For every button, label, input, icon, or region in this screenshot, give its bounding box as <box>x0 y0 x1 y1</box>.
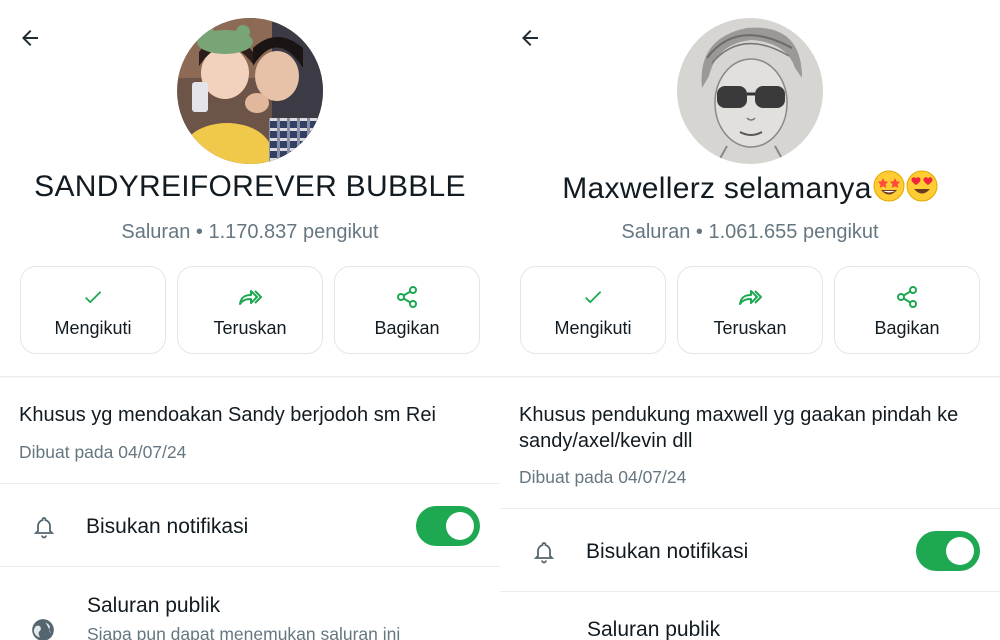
divider <box>0 566 500 567</box>
forward-button-label: Teruskan <box>213 317 287 338</box>
mute-notifications-label: Bisukan notifikasi <box>586 540 749 563</box>
action-buttons: Mengikuti Teruskan Bagikan <box>20 266 480 354</box>
following-button-label: Mengikuti <box>554 317 632 338</box>
mute-notifications-row[interactable]: Bisukan notifikasi <box>0 492 500 562</box>
divider <box>0 376 500 377</box>
created-date: Dibuat pada 04/07/24 <box>19 442 187 462</box>
bell-icon <box>0 515 86 539</box>
forward-button[interactable]: Teruskan <box>177 266 323 354</box>
share-button-label: Bagikan <box>874 317 940 338</box>
created-date: Dibuat pada 04/07/24 <box>519 467 687 487</box>
share-button[interactable]: Bagikan <box>834 266 980 354</box>
following-button[interactable]: Mengikuti <box>520 266 666 354</box>
channel-follower-count: Saluran • 1.061.655 pengikut <box>621 221 879 243</box>
forward-button[interactable]: Teruskan <box>677 266 823 354</box>
forward-button-label: Teruskan <box>713 317 787 338</box>
check-icon <box>80 284 106 310</box>
channel-avatar[interactable] <box>177 18 323 164</box>
share-button[interactable]: Bagikan <box>334 266 480 354</box>
star-struck-emoji-icon <box>873 170 905 202</box>
share-icon <box>394 284 420 310</box>
mute-notifications-toggle[interactable] <box>916 531 980 571</box>
bell-icon <box>500 540 586 564</box>
divider <box>0 483 500 484</box>
channel-title: Maxwellerz selamanya <box>500 170 1000 206</box>
mute-notifications-toggle[interactable] <box>416 506 480 546</box>
public-channel-description: Siapa pun dapat menemukan saluran ini <box>87 624 401 640</box>
public-channel-label: Saluran publik <box>587 618 721 640</box>
public-channel-label: Saluran publik <box>87 594 221 617</box>
divider <box>500 508 1000 509</box>
back-arrow-icon[interactable] <box>516 24 544 52</box>
channel-follower-count: Saluran • 1.170.837 pengikut <box>121 221 379 243</box>
back-arrow-icon[interactable] <box>16 24 44 52</box>
share-icon <box>894 284 920 310</box>
channel-info-panel-right: Maxwellerz selamanya Saluran • 1.061.655… <box>500 0 1000 640</box>
screenshot: SANDYREIFOREVER BUBBLE Saluran • 1.170.8… <box>0 0 1000 640</box>
following-button-label: Mengikuti <box>54 317 132 338</box>
mute-notifications-row[interactable]: Bisukan notifikasi <box>500 517 1000 587</box>
forward-icon <box>737 284 763 310</box>
divider <box>500 376 1000 377</box>
channel-description: Khusus pendukung maxwell yg gaakan pinda… <box>519 404 959 452</box>
channel-info-panel-left: SANDYREIFOREVER BUBBLE Saluran • 1.170.8… <box>0 0 500 640</box>
action-buttons: Mengikuti Teruskan Bagikan <box>520 266 980 354</box>
following-button[interactable]: Mengikuti <box>20 266 166 354</box>
divider <box>500 591 1000 592</box>
check-icon <box>580 284 606 310</box>
mute-notifications-label: Bisukan notifikasi <box>86 515 249 538</box>
channel-description: Khusus yg mendoakan Sandy berjodoh sm Re… <box>19 404 436 426</box>
channel-title-text: Maxwellerz selamanya <box>562 172 872 205</box>
forward-icon <box>237 284 263 310</box>
channel-avatar[interactable] <box>677 18 823 164</box>
globe-icon <box>30 617 56 640</box>
share-button-label: Bagikan <box>374 317 440 338</box>
heart-eyes-emoji-icon <box>906 170 938 202</box>
channel-title: SANDYREIFOREVER BUBBLE <box>34 170 466 203</box>
